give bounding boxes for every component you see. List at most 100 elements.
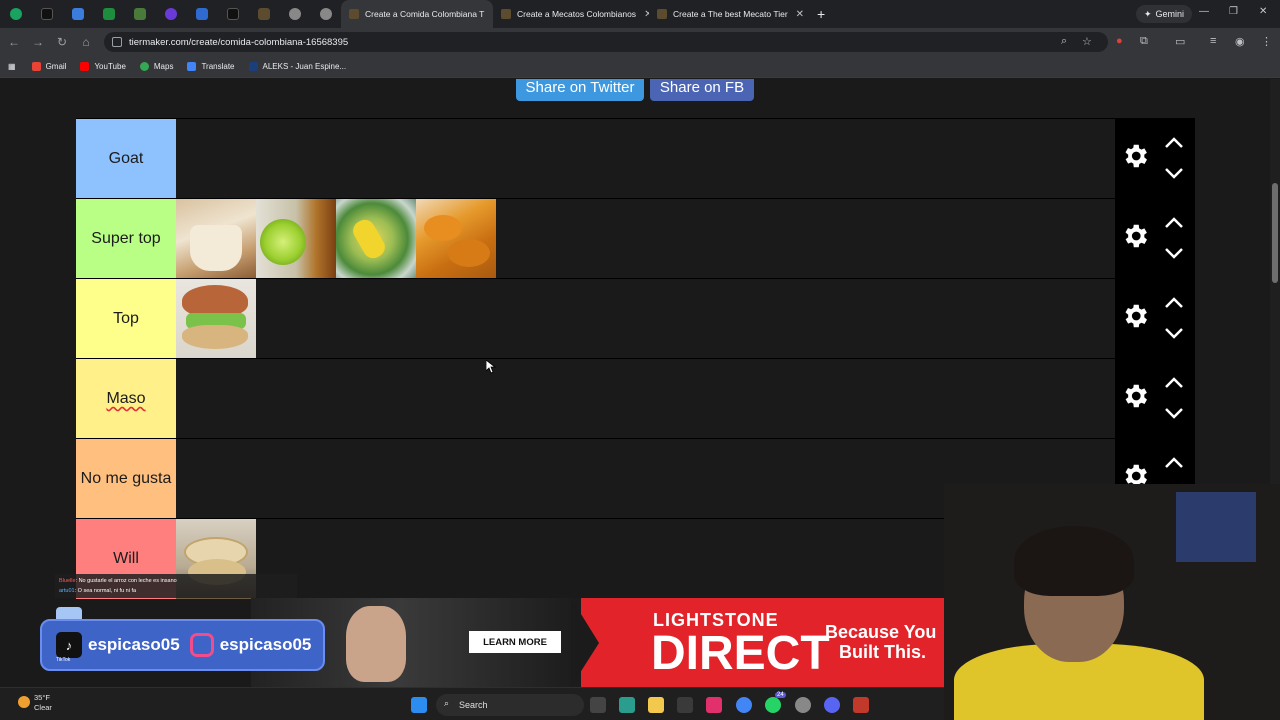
- ad-person-image: [346, 606, 406, 682]
- chevron-down-icon[interactable]: [1163, 326, 1185, 340]
- tier-label[interactable]: Maso: [76, 359, 176, 439]
- chevron-up-icon[interactable]: [1163, 456, 1185, 470]
- maximize-icon[interactable]: ❐: [1229, 6, 1238, 17]
- pinned-tab-tiktok-2[interactable]: [217, 0, 248, 28]
- translate-icon: [187, 62, 197, 71]
- discord-icon[interactable]: [824, 697, 840, 713]
- tab-best-mecato[interactable]: Create a The best Mecato Tier ✕: [649, 0, 809, 28]
- extensions-icon[interactable]: ⧉: [1140, 35, 1148, 48]
- chevron-up-icon[interactable]: [1163, 216, 1185, 230]
- tiktok-app-icon[interactable]: [706, 697, 722, 713]
- share-twitter-button[interactable]: Share on Twitter: [516, 79, 644, 101]
- bookmark-maps[interactable]: Maps: [139, 62, 173, 71]
- food-item-empanadas[interactable]: [416, 199, 496, 279]
- extension-red-icon[interactable]: ●: [1116, 35, 1123, 47]
- scrollbar-thumb[interactable]: [1272, 183, 1278, 283]
- forward-icon[interactable]: →: [26, 35, 50, 49]
- pinned-tab-7[interactable]: [186, 0, 217, 28]
- bookmark-youtube[interactable]: YouTube: [80, 62, 126, 71]
- share-twitter-label: Share on Twitter: [525, 79, 635, 96]
- weather-widget[interactable]: 35°F Clear: [18, 693, 52, 713]
- side-panel-icon[interactable]: ▭: [1175, 35, 1185, 48]
- pinned-tab-10[interactable]: [279, 0, 310, 28]
- tiktok-label: TikTok: [56, 657, 71, 663]
- ad-tagline-line2: Built This.: [839, 642, 926, 662]
- chat-text: : No gustarle el arroz con leche es insa…: [75, 578, 177, 584]
- apps-grid-icon[interactable]: ▦: [8, 62, 16, 71]
- instagram-handle: espicaso05: [219, 635, 312, 654]
- gemini-button[interactable]: ✦ Gemini: [1135, 5, 1192, 23]
- pinned-tab-3[interactable]: [62, 0, 93, 28]
- file-explorer-icon[interactable]: [648, 697, 664, 713]
- settings-app-icon[interactable]: [795, 697, 811, 713]
- menu-kebab-icon[interactable]: ⋮: [1261, 35, 1272, 48]
- tier-controls: [1115, 199, 1195, 279]
- tab-comida-colombiana[interactable]: Create a Comida Colombiana T ✕: [341, 0, 493, 28]
- new-tab-icon[interactable]: +: [817, 6, 825, 22]
- tier-label[interactable]: No me gusta: [76, 439, 176, 519]
- whatsapp-icon[interactable]: [765, 697, 781, 713]
- sparkle-icon: ✦: [1143, 8, 1152, 19]
- chrome-icon[interactable]: [736, 697, 752, 713]
- copilot-icon[interactable]: [619, 697, 635, 713]
- windows-start-icon[interactable]: [411, 697, 427, 713]
- pinned-tab-6[interactable]: [155, 0, 186, 28]
- tier-controls: [1115, 359, 1195, 439]
- pinned-tab-5[interactable]: [124, 0, 155, 28]
- pinned-tab-sheets[interactable]: [93, 0, 124, 28]
- instagram-icon: [189, 633, 214, 657]
- pinned-tab-11[interactable]: [310, 0, 341, 28]
- chevron-down-icon[interactable]: [1163, 246, 1185, 260]
- taskbar-search[interactable]: ⌕ Search: [436, 694, 584, 716]
- bookmark-translate[interactable]: Translate: [187, 62, 235, 71]
- bookmark-label: Gmail: [45, 62, 67, 71]
- bookmark-gmail[interactable]: Gmail: [31, 62, 67, 71]
- bookmark-aleks[interactable]: ALEKS - Juan Espine...: [248, 62, 346, 71]
- pinned-tab-1[interactable]: [0, 0, 31, 28]
- learn-more-button[interactable]: LEARN MORE: [469, 631, 561, 653]
- bookmark-label: Translate: [201, 62, 235, 71]
- media-icon[interactable]: ≡: [1210, 35, 1216, 47]
- tier-row-top: Top: [76, 278, 1195, 359]
- gear-icon[interactable]: [1120, 221, 1150, 251]
- store-icon[interactable]: [677, 697, 693, 713]
- share-fb-button[interactable]: Share on FB: [650, 79, 754, 101]
- gear-icon[interactable]: [1120, 141, 1150, 171]
- url-bar[interactable]: tiermaker.com/create/comida-colombiana-1…: [104, 32, 1108, 52]
- food-item-limonada[interactable]: [256, 199, 336, 279]
- back-icon[interactable]: ←: [2, 35, 26, 49]
- tier-label[interactable]: Goat: [76, 119, 176, 199]
- chat-message: Bluelle: No gustarle el arroz con leche …: [59, 576, 293, 586]
- chevron-down-icon[interactable]: [1163, 166, 1185, 180]
- profile-avatar-icon[interactable]: ◉: [1235, 35, 1245, 48]
- tab-title: Create a The best Mecato Tier: [673, 9, 788, 19]
- minimize-icon[interactable]: —: [1199, 6, 1209, 17]
- food-item-sancocho[interactable]: [336, 199, 416, 279]
- chevron-down-icon[interactable]: [1163, 406, 1185, 420]
- tab-mecatos-colombianos[interactable]: Create a Mecatos Colombianos ✕: [493, 0, 649, 28]
- tier-label[interactable]: Super top: [76, 199, 176, 279]
- chevron-up-icon[interactable]: [1163, 136, 1185, 150]
- chevron-up-icon[interactable]: [1163, 376, 1185, 390]
- close-tab-icon[interactable]: ✕: [796, 9, 804, 20]
- gmail-icon: [31, 62, 41, 71]
- task-view-icon[interactable]: [590, 697, 606, 713]
- gear-icon[interactable]: [1120, 381, 1150, 411]
- pinned-tab-tiktok[interactable]: [31, 0, 62, 28]
- obs-app-icon[interactable]: [853, 697, 869, 713]
- tier-items: [176, 199, 496, 279]
- pinned-tab-9[interactable]: [248, 0, 279, 28]
- site-info-icon[interactable]: [112, 37, 122, 47]
- reload-icon[interactable]: ↻: [50, 35, 74, 49]
- food-item-arroz-con-leche[interactable]: [176, 199, 256, 279]
- advertisement-banner[interactable]: LEARN MORE LIGHTSTONE DIRECT Because You…: [251, 598, 944, 687]
- food-item-arepa-rellena[interactable]: [176, 279, 256, 359]
- tier-label[interactable]: Top: [76, 279, 176, 359]
- chevron-up-icon[interactable]: [1163, 296, 1185, 310]
- ad-tagline-line1: Because You: [825, 622, 937, 642]
- window-close-icon[interactable]: ✕: [1259, 6, 1267, 17]
- bookmark-star-icon[interactable]: ☆: [1082, 35, 1092, 48]
- home-icon[interactable]: ⌂: [74, 35, 98, 49]
- zoom-icon[interactable]: ⌕: [1061, 35, 1067, 48]
- gear-icon[interactable]: [1120, 301, 1150, 331]
